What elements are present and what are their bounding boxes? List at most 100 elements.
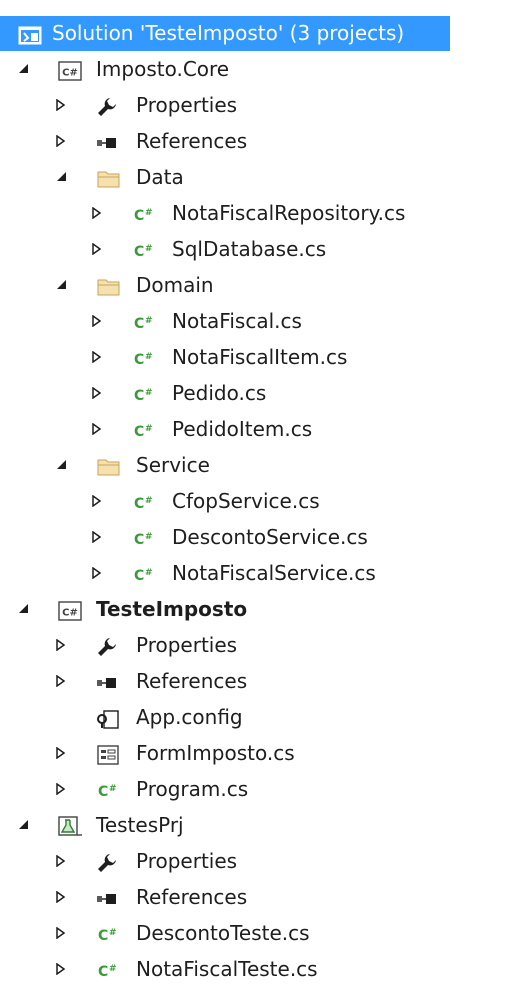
item-references[interactable]: References [0, 879, 515, 915]
item-references[interactable]: References [0, 663, 515, 699]
expanded-arrow-icon[interactable] [18, 807, 34, 843]
project-imposto-core[interactable]: C# Imposto.Core [0, 51, 515, 87]
csharp-file-icon: C # [96, 957, 120, 981]
collapsed-arrow-icon[interactable] [56, 915, 72, 951]
collapsed-arrow-icon[interactable] [56, 771, 72, 807]
file-program[interactable]: C # Program.cs [0, 771, 515, 807]
tree-item-label: CfopService.cs [172, 489, 320, 513]
config-icon [96, 705, 120, 729]
references-icon [96, 885, 120, 909]
svg-text:#: # [145, 352, 153, 362]
project-testeimposto[interactable]: C# TesteImposto [0, 591, 515, 627]
collapsed-arrow-icon[interactable] [92, 195, 108, 231]
tree-item-label: NotaFiscalRepository.cs [172, 201, 406, 225]
file-app-config[interactable]: App.config [0, 699, 515, 735]
expanded-arrow-icon[interactable] [18, 591, 34, 627]
svg-text:C: C [134, 424, 144, 440]
solution-icon [18, 22, 42, 46]
project-testesprj[interactable]: TestesPrj [0, 807, 515, 843]
item-properties[interactable]: Properties [0, 627, 515, 663]
tree-item-label: NotaFiscalService.cs [172, 561, 376, 585]
csharp-file-icon: C # [132, 561, 156, 585]
solution-node[interactable]: Solution 'TesteImposto' (3 projects) [0, 16, 450, 51]
folder-service[interactable]: Service [0, 447, 515, 483]
collapsed-arrow-icon[interactable] [92, 411, 108, 447]
form-icon [96, 741, 120, 765]
file-notafiscalitem[interactable]: C # NotaFiscalItem.cs [0, 339, 515, 375]
collapsed-arrow-icon[interactable] [92, 375, 108, 411]
collapsed-arrow-icon[interactable] [56, 627, 72, 663]
tree-item-label: References [136, 885, 248, 909]
expanded-arrow-icon[interactable] [56, 267, 72, 303]
wrench-icon [96, 849, 120, 873]
file-notafiscal[interactable]: C # NotaFiscal.cs [0, 303, 515, 339]
collapsed-arrow-icon[interactable] [56, 735, 72, 771]
file-notafiscalrepository[interactable]: C # NotaFiscalRepository.cs [0, 195, 515, 231]
solution-label: Solution 'TesteImposto' (3 projects) [52, 21, 405, 45]
tree-item-label: Properties [136, 93, 238, 117]
collapsed-arrow-icon[interactable] [56, 951, 72, 987]
tree-item-label: NotaFiscalTeste.cs [136, 957, 318, 981]
expanded-arrow-icon[interactable] [56, 447, 72, 483]
item-references[interactable]: References [0, 123, 515, 159]
tree-item-label: FormImposto.cs [136, 741, 295, 765]
collapsed-arrow-icon[interactable] [92, 231, 108, 267]
file-notafiscalservice[interactable]: C # NotaFiscalService.cs [0, 555, 515, 591]
file-notafiscalteste[interactable]: C # NotaFiscalTeste.cs [0, 951, 515, 987]
svg-text:#: # [145, 388, 153, 398]
item-properties[interactable]: Properties [0, 843, 515, 879]
csharp-file-icon: C # [132, 237, 156, 261]
collapsed-arrow-icon[interactable] [56, 663, 72, 699]
csharp-file-icon: C # [96, 921, 120, 945]
csharp-file-icon: C # [132, 345, 156, 369]
tree-item-label: Data [136, 165, 184, 189]
wrench-icon [96, 633, 120, 657]
expanded-arrow-icon[interactable] [18, 51, 34, 87]
tree-item-label: References [136, 669, 248, 693]
csharp-file-icon: C # [96, 777, 120, 801]
svg-text:C: C [98, 784, 108, 800]
collapsed-arrow-icon[interactable] [92, 555, 108, 591]
svg-text:#: # [109, 784, 117, 794]
svg-text:#: # [145, 568, 153, 578]
csharp-file-icon: C # [132, 525, 156, 549]
csharp-file-icon: C # [132, 309, 156, 333]
expanded-arrow-icon[interactable] [56, 159, 72, 195]
file-formimposto[interactable]: FormImposto.cs [0, 735, 515, 771]
svg-text:C: C [134, 532, 144, 548]
svg-text:#: # [145, 424, 153, 434]
svg-text:C: C [134, 208, 144, 224]
collapsed-arrow-icon[interactable] [92, 303, 108, 339]
item-properties[interactable]: Properties [0, 87, 515, 123]
collapsed-arrow-icon[interactable] [56, 879, 72, 915]
file-descontoteste[interactable]: C # DescontoTeste.cs [0, 915, 515, 951]
folder-data[interactable]: Data [0, 159, 515, 195]
svg-text:C: C [134, 496, 144, 512]
file-sqldatabase[interactable]: C # SqlDatabase.cs [0, 231, 515, 267]
svg-text:C: C [98, 928, 108, 944]
svg-text:C: C [134, 352, 144, 368]
csharp-file-icon: C # [132, 489, 156, 513]
collapsed-arrow-icon[interactable] [56, 843, 72, 879]
tree-item-label: Imposto.Core [96, 57, 230, 81]
solution-explorer-tree: Solution 'TesteImposto' (3 projects) C# I… [0, 0, 515, 987]
collapsed-arrow-icon[interactable] [92, 339, 108, 375]
tree-item-label: Service [136, 453, 210, 477]
wrench-icon [96, 93, 120, 117]
tree-item-label: TestesPrj [96, 813, 184, 837]
collapsed-arrow-icon[interactable] [92, 483, 108, 519]
folder-domain[interactable]: Domain [0, 267, 515, 303]
svg-text:#: # [145, 496, 153, 506]
collapsed-arrow-icon[interactable] [56, 123, 72, 159]
collapsed-arrow-icon[interactable] [92, 519, 108, 555]
file-pedidoitem[interactable]: C # PedidoItem.cs [0, 411, 515, 447]
svg-text:C#: C# [62, 608, 78, 619]
svg-text:C: C [98, 964, 108, 980]
file-pedido[interactable]: C # Pedido.cs [0, 375, 515, 411]
tree-item-label: DescontoService.cs [172, 525, 368, 549]
csharp-project-icon: C# [58, 597, 82, 621]
svg-text:C: C [134, 388, 144, 404]
file-cfopservice[interactable]: C # CfopService.cs [0, 483, 515, 519]
file-descontoservice[interactable]: C # DescontoService.cs [0, 519, 515, 555]
collapsed-arrow-icon[interactable] [56, 87, 72, 123]
